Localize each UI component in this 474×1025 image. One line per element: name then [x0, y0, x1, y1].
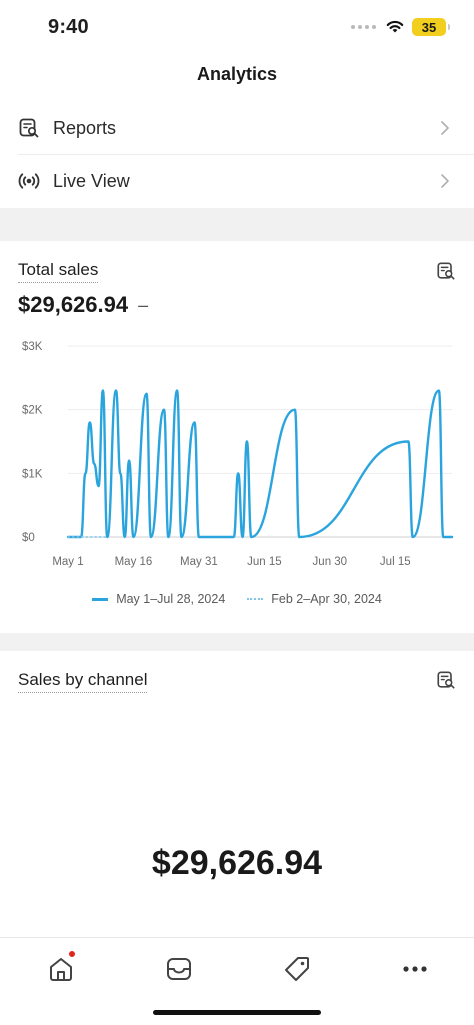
menu-item-live-view[interactable]: Live View — [0, 155, 474, 207]
total-sales-chart-svg: $0 $1K $2K $3K May 1 May 16 May 31 Jun 15 Jun 30… — [22, 341, 454, 568]
y-tick-label: $3K — [22, 341, 43, 353]
nav-products[interactable] — [282, 954, 312, 984]
sales-by-channel-title[interactable]: Sales by channel — [18, 670, 148, 693]
legend-item-previous: Feb 2–Apr 30, 2024 — [247, 592, 382, 606]
nav-home[interactable] — [46, 950, 76, 984]
sales-by-channel-total: $29,626.94 — [151, 844, 323, 882]
wifi-icon — [386, 20, 404, 33]
menu-item-label: Reports — [53, 117, 117, 138]
total-sales-chart: $0 $1K $2K $3K May 1 May 16 May 31 Jun 15 Jun 30… — [0, 330, 474, 580]
comparison-indicator: – — [138, 294, 149, 315]
x-tick-label: Jun 30 — [313, 556, 348, 568]
legend-item-current: May 1–Jul 28, 2024 — [92, 592, 225, 606]
legend-solid-line-icon — [92, 597, 109, 601]
home-icon — [50, 958, 72, 981]
battery-indicator: 35 — [412, 18, 450, 36]
x-tick-label: Jul 15 — [380, 556, 411, 568]
report-search-icon[interactable] — [436, 261, 456, 281]
chart-legend: May 1–Jul 28, 2024 Feb 2–Apr 30, 2024 — [0, 592, 474, 606]
x-tick-label: May 16 — [115, 556, 153, 568]
chevron-right-icon — [441, 174, 449, 188]
chevron-right-icon — [441, 121, 449, 135]
report-search-icon — [19, 118, 39, 138]
signal-dots-icon — [351, 25, 376, 29]
status-icons: 35 — [351, 18, 450, 36]
more-icon — [403, 966, 427, 972]
total-sales-value: $29,626.94 – — [18, 292, 148, 318]
series-line-current — [66, 389, 454, 539]
section-separator — [0, 633, 474, 651]
x-tick-label: Jun 15 — [247, 556, 282, 568]
notification-dot — [68, 950, 76, 958]
tag-icon — [285, 957, 309, 981]
y-tick-label: $0 — [22, 532, 35, 544]
total-sales-amount: $29,626.94 — [18, 292, 129, 317]
live-broadcast-icon — [18, 173, 40, 189]
status-time: 9:40 — [48, 16, 89, 38]
total-sales-title[interactable]: Total sales — [18, 260, 99, 283]
y-tick-label: $1K — [22, 468, 43, 480]
menu-item-reports[interactable]: Reports — [0, 102, 474, 154]
page-title: Analytics — [196, 64, 278, 84]
nav-orders[interactable] — [164, 954, 194, 984]
legend-dotted-line-icon — [247, 598, 264, 600]
status-bar: 9:40 35 — [0, 0, 474, 56]
x-tick-label: May 1 — [52, 556, 83, 568]
analytics-screen: 9:40 35 Analytics Reports Live View Tota… — [0, 0, 474, 1025]
home-indicator — [153, 1010, 321, 1015]
legend-label-current: May 1–Jul 28, 2024 — [116, 592, 226, 606]
inbox-icon — [167, 958, 191, 980]
nav-more[interactable] — [400, 954, 430, 984]
report-search-icon[interactable] — [436, 670, 456, 690]
section-separator — [0, 208, 474, 241]
menu-item-label: Live View — [53, 170, 130, 191]
legend-label-previous: Feb 2–Apr 30, 2024 — [271, 592, 382, 606]
y-tick-label: $2K — [22, 405, 43, 417]
bottom-nav — [0, 937, 474, 1025]
x-tick-label: May 31 — [180, 556, 218, 568]
